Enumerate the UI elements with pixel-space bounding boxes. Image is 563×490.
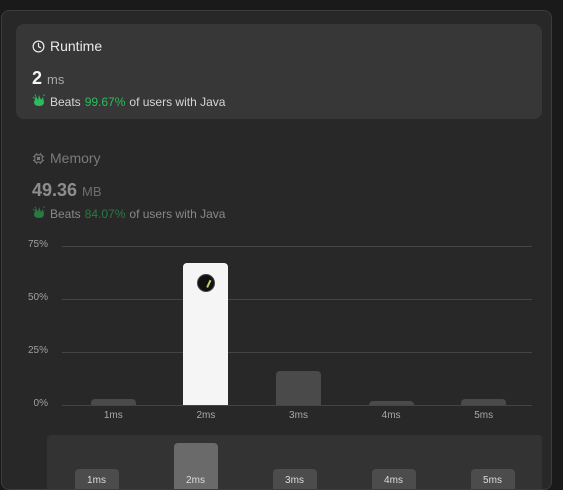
navigator-label: 3ms (285, 475, 304, 486)
memory-beats-label: Beats (50, 206, 81, 221)
submission-detail-panel: Runtime 2 ms Beats 99.67% of users with … (1, 10, 552, 490)
chart-x-tick-label: 4ms (381, 410, 401, 421)
memory-beats-suffix: of users with Java (129, 206, 226, 221)
memory-title: Memory (32, 150, 101, 166)
chart-bar-5ms[interactable] (461, 398, 507, 405)
runtime-beats-label: Beats (50, 94, 81, 109)
memory-beats-percent: 84.07% (84, 206, 126, 221)
chart-x-tick-label: 2ms (196, 410, 216, 421)
runtime-card[interactable]: Runtime 2 ms Beats 99.67% of users with … (16, 24, 542, 119)
runtime-beats-percent: 99.67% (84, 94, 126, 109)
chart-x-tick-label: 1ms (103, 410, 123, 421)
chart-x-tick-label: 5ms (474, 410, 494, 421)
memory-title-label: Memory (50, 150, 101, 166)
chart-y-tick-label: 0% (33, 398, 48, 409)
chart-bar-1ms[interactable] (90, 398, 136, 405)
runtime-metric: 2 ms (32, 68, 64, 89)
navigator-label: 2ms (186, 475, 205, 486)
runtime-title-label: Runtime (50, 38, 103, 54)
user-avatar-marker (196, 273, 215, 292)
chart-bar-4ms[interactable] (368, 400, 414, 405)
chart-range-navigator[interactable]: 1ms 2ms 3ms 4ms 5ms (47, 435, 542, 489)
memory-card[interactable]: Memory 49.36 MB Beats 84.07% of users wi… (16, 136, 542, 226)
chart-bar-3ms[interactable] (276, 371, 321, 405)
chart-gridline (62, 405, 532, 406)
runtime-beats: Beats 99.67% of users with Java (32, 93, 225, 110)
chart-x-tick-label: 3ms (289, 410, 308, 421)
runtime-value: 2 (32, 68, 43, 88)
runtime-distribution-chart: 75% 50% 25% 0% 1ms 2ms 3ms 4ms 5ms (2, 233, 551, 433)
navigator-label: 4ms (384, 475, 403, 486)
chart-gridline (62, 299, 532, 300)
clapping-hands-icon (32, 205, 46, 222)
navigator-label: 1ms (87, 475, 106, 486)
clock-icon (32, 40, 45, 53)
clapping-hands-icon (32, 93, 46, 110)
chart-gridline (62, 352, 532, 353)
chip-icon (32, 152, 45, 165)
memory-beats: Beats 84.07% of users with Java (32, 205, 225, 222)
navigator-label: 5ms (483, 475, 502, 486)
chart-y-tick-label: 50% (27, 292, 48, 303)
chart-y-tick-label: 75% (27, 239, 48, 250)
runtime-title: Runtime (32, 38, 102, 54)
memory-unit: MB (82, 184, 102, 199)
chart-gridline (62, 246, 532, 247)
memory-value: 49.36 (32, 180, 78, 200)
runtime-unit: ms (47, 72, 65, 87)
memory-metric: 49.36 MB (32, 180, 102, 201)
chart-y-tick-label: 25% (27, 345, 48, 356)
runtime-beats-suffix: of users with Java (129, 94, 226, 109)
